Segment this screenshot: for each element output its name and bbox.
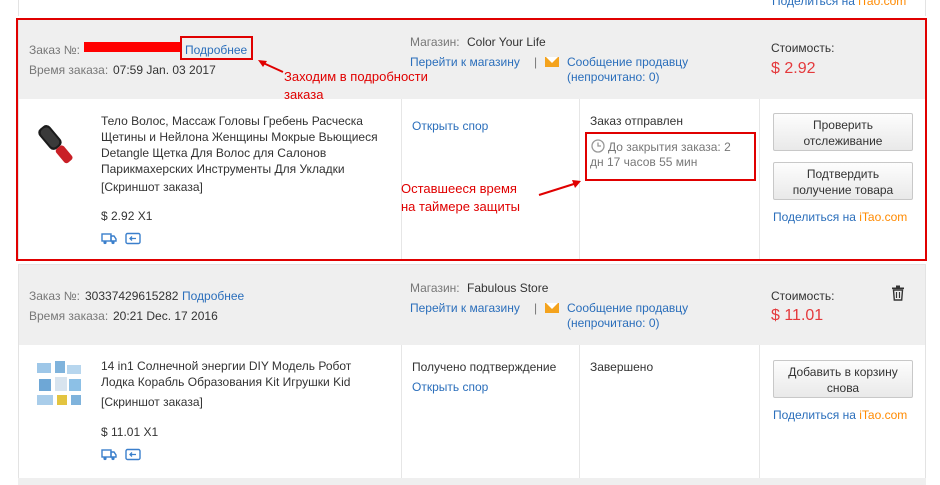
- order-card: Заказ №: 30337429615282 Подробнее Время …: [18, 264, 926, 478]
- open-dispute-link[interactable]: Открыть спор: [412, 380, 488, 394]
- trash-icon[interactable]: [891, 285, 905, 301]
- message-seller-link[interactable]: Сообщение продавцу: [567, 301, 688, 315]
- order-time-value: 20:21 Dec. 17 2016: [113, 309, 218, 323]
- timer-annotation-line2: на таймере защиты: [401, 199, 521, 214]
- store-name: Fabulous Store: [467, 281, 549, 295]
- order-time-label: Время заказа:: [29, 309, 109, 323]
- annotation-arrow: [258, 60, 284, 73]
- order-details-link[interactable]: Подробнее: [182, 289, 244, 303]
- snapshot-link[interactable]: [Скриншот заказа]: [101, 395, 203, 409]
- share-itao-link-top[interactable]: Поделиться на iTao.com: [772, 0, 906, 8]
- product-price-qty: $ 11.01 X1: [101, 425, 159, 439]
- cost-label: Стоимость:: [771, 289, 835, 303]
- add-to-cart-again-button[interactable]: Добавить в корзину снова: [773, 360, 913, 398]
- timer-annotation-line1: Оставшееся время: [401, 181, 517, 196]
- annotation-arrow: [538, 180, 581, 196]
- goto-store-link[interactable]: Перейти к магазину: [410, 301, 520, 315]
- truck-icon[interactable]: [101, 448, 117, 461]
- confirmation-status: Получено подтверждение: [412, 360, 557, 374]
- column-divider: [579, 345, 580, 478]
- details-highlight-box: [180, 36, 253, 60]
- cost-value: $ 11.01: [771, 307, 824, 324]
- order-status: Завершено: [590, 360, 654, 374]
- separator: |: [534, 301, 538, 315]
- next-order-header: [18, 478, 926, 485]
- store-label: Магазин:: [410, 281, 460, 295]
- order-items: 14 in1 Солнечной энергии DIY Модель Робо…: [19, 345, 925, 478]
- return-icon[interactable]: [125, 448, 141, 461]
- details-annotation-line2: заказа: [284, 87, 324, 102]
- details-annotation-line1: Заходим в подробности: [284, 69, 428, 84]
- order-number-value: 30337429615282: [85, 289, 179, 303]
- timer-highlight-box: [585, 132, 756, 181]
- envelope-icon: [545, 303, 559, 313]
- column-divider: [759, 345, 760, 478]
- product-title-line2[interactable]: Лодка Корабль Образования Kit Игрушки Ki…: [101, 375, 350, 389]
- share-itao-link[interactable]: Поделиться на iTao.com: [773, 408, 907, 422]
- order-header: Заказ №: 30337429615282 Подробнее Время …: [19, 265, 925, 345]
- order-number-label: Заказ №:: [29, 289, 81, 303]
- product-title-line1[interactable]: 14 in1 Солнечной энергии DIY Модель Робо…: [101, 359, 351, 373]
- column-divider: [401, 345, 402, 478]
- unread-count: (непрочитано: 0): [567, 316, 660, 330]
- outer-highlight-box: [16, 18, 927, 261]
- product-thumbnail[interactable]: [33, 357, 85, 409]
